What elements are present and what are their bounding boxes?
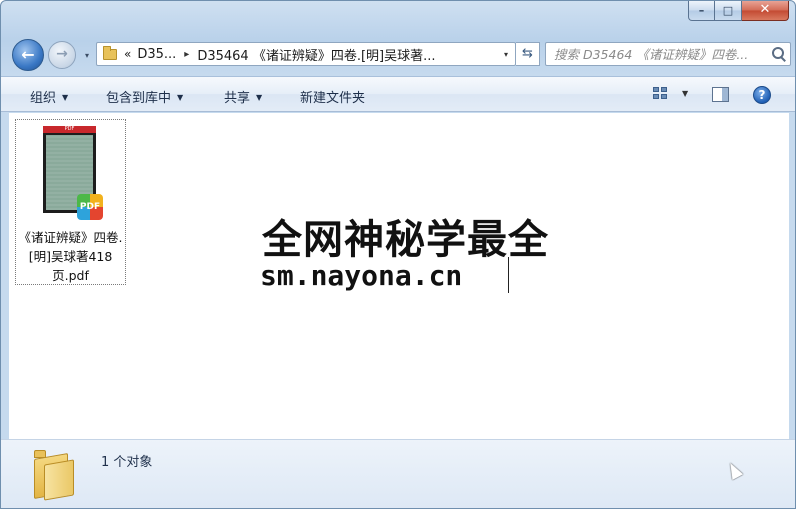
include-in-library-label: 包含到库中 xyxy=(106,91,172,106)
new-folder-button[interactable]: 新建文件夹 xyxy=(300,87,365,106)
forward-arrow-icon: → xyxy=(56,46,68,62)
address-bar[interactable]: « D35... ▸ D35464 《诸证辨疑》四卷.[明]吴球著... ▾ xyxy=(96,42,516,66)
chevron-down-icon: ▼ xyxy=(62,93,69,102)
breadcrumb-parent[interactable]: D35... xyxy=(137,47,176,62)
forward-button[interactable]: → xyxy=(48,41,76,69)
details-pane: 1 个对象 xyxy=(1,439,795,508)
folder-icon xyxy=(34,450,74,501)
close-icon: ✕ xyxy=(759,2,771,17)
watermark-overlay: 全网神秘学最全 sm.nayona.cn xyxy=(252,201,552,305)
watermark-line-1: 全网神秘学最全 xyxy=(262,217,549,263)
include-in-library-menu[interactable]: 包含到库中 ▼ xyxy=(106,87,183,106)
maximize-button[interactable]: □ xyxy=(715,1,742,21)
file-name-label: 《诸证辨疑》四卷.[明]吴球著418页.pdf xyxy=(18,230,123,283)
back-arrow-icon: ← xyxy=(21,45,35,64)
folder-icon xyxy=(103,45,117,60)
search-input[interactable] xyxy=(546,43,768,65)
minimize-button[interactable]: – xyxy=(688,1,715,21)
organize-menu[interactable]: 组织 ▼ xyxy=(30,87,68,106)
breadcrumb-separator-icon[interactable]: ▸ xyxy=(184,49,189,60)
search-box[interactable] xyxy=(545,42,791,66)
close-button[interactable]: ✕ xyxy=(742,1,789,21)
back-button[interactable]: ← xyxy=(12,39,44,71)
address-overflow-chevron[interactable]: « xyxy=(124,47,131,61)
organize-label: 组织 xyxy=(30,91,57,106)
chevron-down-icon: ▼ xyxy=(256,93,263,102)
command-bar: 组织 ▼ 包含到库中 ▼ 共享 ▼ 新建文件夹 ▼ ? xyxy=(1,76,795,112)
maximize-icon: □ xyxy=(722,4,734,17)
watermark-line-2: sm.nayona.cn xyxy=(260,259,463,292)
view-options-dropdown-icon[interactable]: ▼ xyxy=(682,89,688,98)
pdf-file-icon: PDF xyxy=(77,194,103,220)
file-item-pdf[interactable]: PDF PDF 《诸证辨疑》四卷.[明]吴球著418页.pdf xyxy=(15,119,126,285)
thumbnail-header: PDF xyxy=(43,126,96,133)
caption-buttons: – □ ✕ xyxy=(688,1,789,23)
item-count: 1 个对象 xyxy=(101,455,153,470)
change-view-icon[interactable] xyxy=(653,87,669,102)
search-icon[interactable] xyxy=(768,43,790,65)
address-dropdown-icon[interactable]: ▾ xyxy=(497,50,515,59)
text-caret xyxy=(508,257,509,293)
recent-pages-dropdown[interactable]: ▾ xyxy=(81,51,93,61)
help-icon[interactable]: ? xyxy=(753,86,771,104)
preview-pane-icon[interactable] xyxy=(712,87,729,102)
minimize-icon: – xyxy=(698,4,705,17)
file-list-area[interactable]: PDF PDF 《诸证辨疑》四卷.[明]吴球著418页.pdf 全网神秘学最全 … xyxy=(9,113,789,439)
share-menu[interactable]: 共享 ▼ xyxy=(224,87,262,106)
explorer-window: – □ ✕ ← → ▾ « D35... ▸ D35464 《诸证辨疑》四卷.[… xyxy=(0,0,796,509)
share-label: 共享 xyxy=(224,91,251,106)
refresh-button[interactable]: ⇆ xyxy=(516,42,540,66)
chevron-down-icon: ▼ xyxy=(177,93,184,102)
breadcrumb-current[interactable]: D35464 《诸证辨疑》四卷.[明]吴球著... xyxy=(197,45,435,64)
